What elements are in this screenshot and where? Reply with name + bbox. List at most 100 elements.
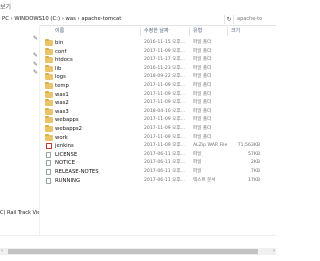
file-row[interactable]: RUNNING 2017-06-11 오후... 텍스트 문서 17KB xyxy=(40,177,276,185)
refresh-icon[interactable]: ↻ xyxy=(224,15,233,24)
file-row[interactable]: work 2017-11-09 오후... 파일 폴더 xyxy=(40,133,276,142)
file-size xyxy=(228,39,260,47)
file-date: 2017-11-09 오후... xyxy=(144,143,185,149)
file-row[interactable]: was2 2017-11-09 오후... 파일 폴더 xyxy=(40,99,276,107)
title-bar: 보기 xyxy=(0,0,276,14)
file-row[interactable]: conf 2017-11-09 오후... 파일 폴더 xyxy=(40,47,276,56)
column-header-size[interactable]: 크기 xyxy=(231,27,240,36)
file-size: 2KB xyxy=(250,160,260,166)
file-type: 파일 xyxy=(193,169,202,174)
file-type: 파일 폴더 xyxy=(193,108,212,114)
file-size xyxy=(228,134,260,142)
address-bar[interactable]: PC › WINDOWS10 (C:) › was › apache-tomca… xyxy=(0,14,276,26)
file-date: 2018-09-22 오후... xyxy=(144,74,185,80)
file-date: 2017-06-11 오후... xyxy=(144,160,185,166)
file-type: ALZip WAR File xyxy=(193,143,228,149)
file-name: work xyxy=(55,134,68,141)
file-name: was2 xyxy=(55,100,69,107)
breadcrumb[interactable]: PC › WINDOWS10 (C:) › was › apache-tomca… xyxy=(2,16,121,22)
column-divider[interactable] xyxy=(189,27,190,36)
file-row[interactable]: jenkins 2017-11-09 오후... ALZip WAR File 71,… xyxy=(40,142,276,150)
folder-icon xyxy=(45,47,53,55)
file-row[interactable]: temp 2017-11-09 오후... 파일 폴더 xyxy=(40,82,276,90)
search-input[interactable]: apache-to xyxy=(233,15,276,24)
file-type: 파일 폴더 xyxy=(193,40,212,45)
file-date: 2017-11-09 오후... xyxy=(144,117,185,123)
file-size xyxy=(228,99,260,107)
file-date: 2016-11-23 오후... xyxy=(144,65,185,71)
file-icon xyxy=(46,169,51,175)
scroll-right-icon[interactable]: › xyxy=(273,248,275,255)
file-date: 2016-11-15 오후... xyxy=(144,40,185,45)
file-type: 파일 폴더 xyxy=(193,100,212,106)
file-row[interactable]: webapps2 2017-11-09 오후... 파일 폴더 xyxy=(40,125,276,133)
file-type: 파일 폴더 xyxy=(193,126,212,131)
file-size xyxy=(228,65,260,73)
column-divider[interactable] xyxy=(227,27,228,36)
file-date: 2017-11-17 오후... xyxy=(144,57,185,63)
folder-icon xyxy=(45,82,53,89)
file-row[interactable]: htdocs 2017-11-17 오후... 파일 폴더 xyxy=(40,56,276,64)
file-size xyxy=(228,73,260,81)
navigation-pane: ✎ ✎ ✎ ✎ C) Rail Track Vie xyxy=(0,25,40,235)
file-icon xyxy=(46,151,51,158)
column-header-date[interactable]: 수정한 날짜 xyxy=(144,27,169,36)
file-name: webapps2 xyxy=(55,126,83,132)
file-name: logs xyxy=(55,74,66,81)
file-size xyxy=(228,108,260,116)
column-header-name[interactable]: 이름 xyxy=(55,27,64,36)
file-row[interactable]: RELEASE-NOTES 2017-06-11 오후... 파일 7KB xyxy=(40,168,276,176)
column-header-type[interactable]: 유형 xyxy=(193,27,202,36)
file-row[interactable]: was1 2017-11-09 오후... 파일 폴더 xyxy=(40,90,276,99)
scrollbar-thumb[interactable] xyxy=(8,249,258,254)
file-date: 2017-11-09 오후... xyxy=(144,91,185,97)
folder-icon xyxy=(45,39,53,46)
folder-icon xyxy=(45,116,53,124)
file-type: 파일 폴더 xyxy=(193,57,212,63)
archive-icon xyxy=(46,143,52,150)
file-type: 파일 폴더 xyxy=(193,74,212,80)
file-date: 2017-11-09 오후... xyxy=(144,134,185,140)
file-type: 파일 폴더 xyxy=(193,65,212,71)
file-date: 2017-11-09 오후... xyxy=(144,126,185,131)
file-size xyxy=(228,48,260,56)
file-size xyxy=(228,56,260,64)
file-name: RUNNING xyxy=(55,177,81,184)
file-type: 파일 폴더 xyxy=(193,117,212,123)
column-divider[interactable] xyxy=(140,27,141,36)
file-type: 파일 폴더 xyxy=(193,83,212,88)
file-size: 57KB xyxy=(247,151,260,157)
horizontal-scrollbar[interactable]: ‹ › xyxy=(0,248,276,255)
file-row[interactable]: was3 2018-04-10 오후... 파일 폴더 xyxy=(40,107,276,116)
file-date: 2017-11-09 오후... xyxy=(144,100,185,106)
file-name: jenkins xyxy=(55,143,74,150)
folder-icon xyxy=(45,73,53,81)
file-row[interactable]: logs 2018-09-22 오후... 파일 폴더 xyxy=(40,73,276,81)
file-date: 2017-11-09 오후... xyxy=(144,48,185,54)
file-name: lib xyxy=(55,65,62,72)
file-date: 2017-06-11 오후... xyxy=(144,177,185,183)
file-size xyxy=(228,82,260,90)
folder-icon xyxy=(45,99,53,107)
file-name: webapps xyxy=(55,117,79,124)
file-size xyxy=(228,125,260,133)
file-name: was3 xyxy=(55,108,69,115)
file-type: 파일 폴더 xyxy=(193,91,212,97)
scroll-left-icon[interactable]: ‹ xyxy=(1,248,3,255)
folder-icon xyxy=(45,90,53,98)
file-name: temp xyxy=(55,83,69,89)
file-name: bin xyxy=(55,40,64,46)
file-row[interactable]: webapps 2017-11-09 오후... 파일 폴더 xyxy=(40,116,276,124)
file-type: 파일 xyxy=(193,151,202,157)
folder-icon xyxy=(45,107,53,115)
file-size xyxy=(228,91,260,99)
file-type: 파일 폴더 xyxy=(193,48,212,54)
file-row[interactable]: lib 2016-11-23 오후... 파일 폴더 xyxy=(40,64,276,73)
sidebar-item-drive[interactable]: C) Rail Track Vie xyxy=(0,210,40,216)
file-date: 2017-06-11 오후... xyxy=(144,169,185,174)
file-date: 2017-06-11 오후... xyxy=(144,151,185,157)
file-row[interactable]: LICENSE 2017-06-11 오후... 파일 57KB xyxy=(40,151,276,159)
folder-icon xyxy=(45,64,53,72)
file-row[interactable]: bin 2016-11-15 오후... 파일 폴더 xyxy=(40,39,276,47)
file-row[interactable]: NOTICE 2017-06-11 오후... 파일 2KB xyxy=(40,159,276,167)
